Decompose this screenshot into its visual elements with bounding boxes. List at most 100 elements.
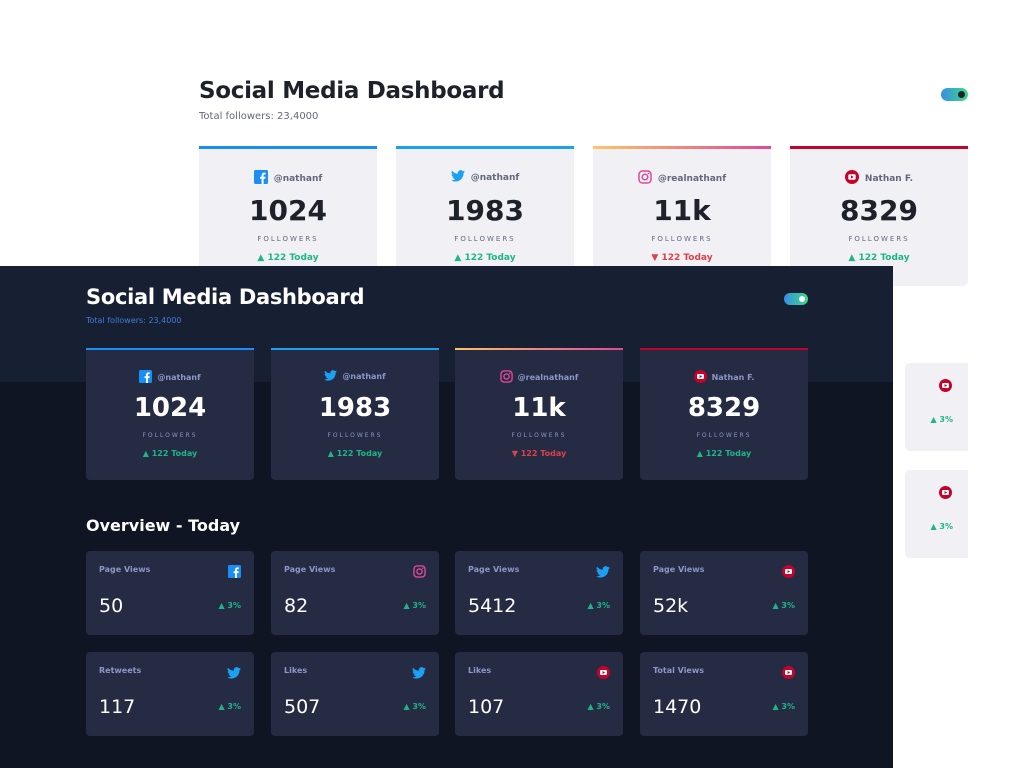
card-handle: @realnathanf [593, 170, 771, 187]
card-handle-text: @nathanf [470, 172, 520, 183]
youtube-icon [939, 377, 952, 396]
overview-card[interactable]: Retweets 117 ▲ 3% [86, 652, 254, 736]
card-handle: @realnathanf [455, 370, 623, 385]
metric-label: Page Views [653, 565, 705, 574]
overview-card[interactable]: Page Views 52k ▲ 3% [640, 551, 808, 635]
facebook-icon [139, 370, 153, 385]
percent-change: ▲ 3% [218, 601, 241, 610]
follower-count: 8329 [840, 194, 918, 227]
overview-card-partial[interactable]: ▲ 3% [905, 470, 968, 558]
facebook-icon [228, 563, 241, 582]
metric-label: Page Views [284, 565, 336, 574]
percent-change: ▲ 3% [403, 601, 426, 610]
overview-card-partial[interactable]: ▲ 3% [905, 363, 968, 451]
card-handle: @nathanf [396, 170, 574, 185]
overview-card[interactable]: Page Views 50 ▲ 3% [86, 551, 254, 635]
percent-change: ▲ 3% [587, 702, 610, 711]
card-accent-bar [593, 146, 771, 149]
followers-label: FOLLOWERS [257, 235, 319, 243]
card-handle: @nathanf [86, 370, 254, 385]
total-followers: Total followers: 23,4000 [199, 111, 319, 122]
metric-label: Likes [284, 666, 308, 675]
overview-heading: Overview - Today [86, 516, 241, 535]
card-accent-bar [86, 348, 254, 350]
overview-card[interactable]: Page Views 5412 ▲ 3% [455, 551, 623, 635]
metric-value: 507 [284, 696, 321, 718]
today-change: ▼ 122 Today [651, 253, 713, 263]
percent-change: ▲ 3% [772, 601, 795, 610]
percent-change: ▲ 3% [930, 415, 953, 424]
theme-toggle[interactable] [941, 88, 968, 101]
overview-card[interactable]: Likes 107 ▲ 3% [455, 652, 623, 736]
percent-change: ▲ 3% [930, 522, 953, 531]
card-accent-bar [396, 146, 574, 149]
today-change: ▲ 122 Today [327, 449, 383, 458]
youtube-icon [782, 664, 795, 683]
overview-card[interactable]: Total Views 1470 ▲ 3% [640, 652, 808, 736]
card-handle: Nathan F. [790, 170, 968, 187]
follower-card-youtube[interactable]: Nathan F. 8329 FOLLOWERS ▲ 122 Today [640, 348, 808, 480]
follower-count: 11k [512, 393, 566, 423]
follower-card-facebook[interactable]: @nathanf 1024 FOLLOWERS ▲ 122 Today [86, 348, 254, 480]
followers-label: FOLLOWERS [651, 235, 713, 243]
youtube-icon [782, 563, 795, 582]
follower-count: 8329 [687, 393, 761, 423]
overview-card[interactable]: Likes 507 ▲ 3% [271, 652, 439, 736]
follower-card-youtube[interactable]: Nathan F. 8329 FOLLOWERS ▲ 122 Today [790, 146, 968, 286]
follower-count: 1024 [133, 393, 207, 423]
today-change: ▲ 122 Today [696, 449, 752, 458]
youtube-icon [597, 664, 610, 683]
today-change: ▼ 122 Today [511, 449, 567, 458]
metric-label: Likes [468, 666, 492, 675]
card-handle-text: @realnathanf [517, 373, 579, 382]
metric-value: 50 [99, 595, 124, 617]
toggle-knob [958, 91, 965, 98]
page-title: Social Media Dashboard [86, 285, 365, 309]
facebook-icon [253, 170, 268, 187]
card-handle-text: @realnathanf [657, 173, 727, 184]
theme-toggle[interactable] [784, 293, 808, 305]
follower-count: 1983 [446, 194, 524, 227]
metric-value: 117 [99, 696, 136, 718]
follower-count: 1024 [249, 194, 327, 227]
today-change: ▲ 122 Today [454, 253, 516, 263]
twitter-icon [324, 370, 338, 383]
follower-count: 11k [653, 194, 711, 227]
card-handle-text: Nathan F. [864, 173, 914, 184]
card-handle: Nathan F. [640, 370, 808, 385]
twitter-icon [412, 664, 426, 683]
metric-label: Page Views [468, 565, 520, 574]
follower-card-twitter[interactable]: @nathanf 1983 FOLLOWERS ▲ 122 Today [271, 348, 439, 480]
metric-value: 82 [284, 595, 309, 617]
follower-card-instagram[interactable]: @realnathanf 11k FOLLOWERS ▼ 122 Today [455, 348, 623, 480]
follower-card-facebook[interactable]: @nathanf 1024 FOLLOWERS ▲ 122 Today [199, 146, 377, 286]
metric-value: 52k [653, 595, 689, 617]
followers-label: FOLLOWERS [454, 235, 516, 243]
followers-label: FOLLOWERS [327, 432, 383, 439]
twitter-icon [227, 664, 241, 683]
card-handle: @nathanf [271, 370, 439, 383]
toggle-knob [799, 296, 805, 302]
followers-label: FOLLOWERS [142, 432, 198, 439]
metric-value: 1470 [653, 696, 702, 718]
metric-label: Total Views [653, 666, 705, 675]
metric-label: Retweets [99, 666, 142, 675]
overview-card[interactable]: Page Views 82 ▲ 3% [271, 551, 439, 635]
card-accent-bar [199, 146, 377, 149]
today-change: ▲ 122 Today [142, 449, 198, 458]
card-accent-bar [790, 146, 968, 149]
instagram-icon [638, 170, 652, 187]
card-accent-bar [455, 348, 623, 350]
followers-label: FOLLOWERS [511, 432, 567, 439]
card-handle-text: @nathanf [157, 373, 201, 382]
follower-card-instagram[interactable]: @realnathanf 11k FOLLOWERS ▼ 122 Today [593, 146, 771, 286]
instagram-icon [499, 370, 513, 385]
dark-theme-dashboard: Social Media Dashboard Total followers: … [0, 266, 893, 768]
follower-card-twitter[interactable]: @nathanf 1983 FOLLOWERS ▲ 122 Today [396, 146, 574, 286]
twitter-icon [596, 563, 610, 582]
screenshot-stage: Social Media Dashboard Total followers: … [0, 0, 1024, 768]
youtube-icon [844, 170, 859, 187]
twitter-icon [450, 170, 465, 185]
today-change: ▲ 122 Today [848, 253, 910, 263]
followers-label: FOLLOWERS [696, 432, 752, 439]
